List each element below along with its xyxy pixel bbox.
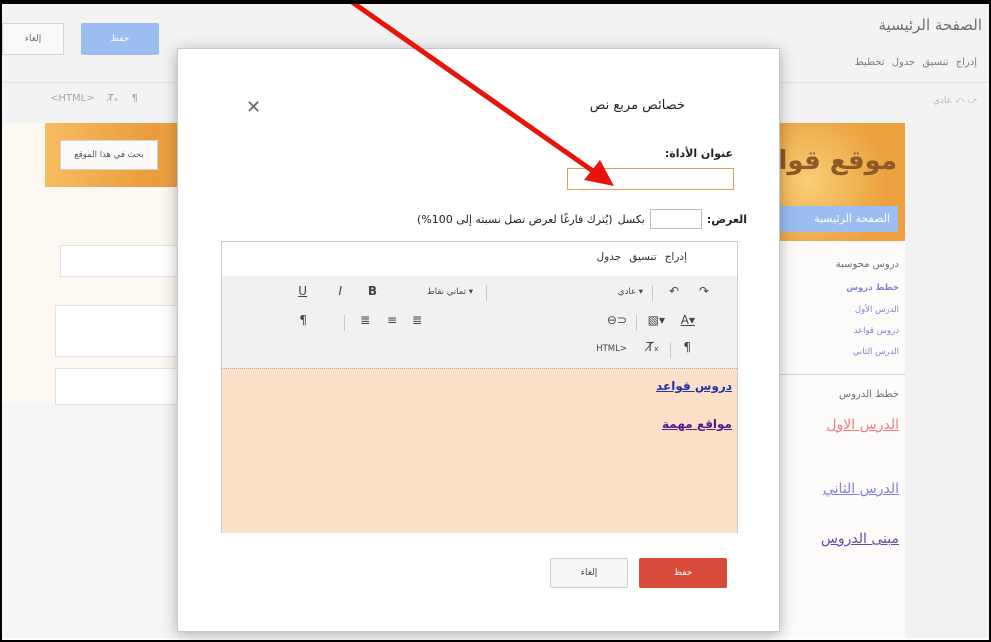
screenshot-border bbox=[0, 0, 991, 642]
